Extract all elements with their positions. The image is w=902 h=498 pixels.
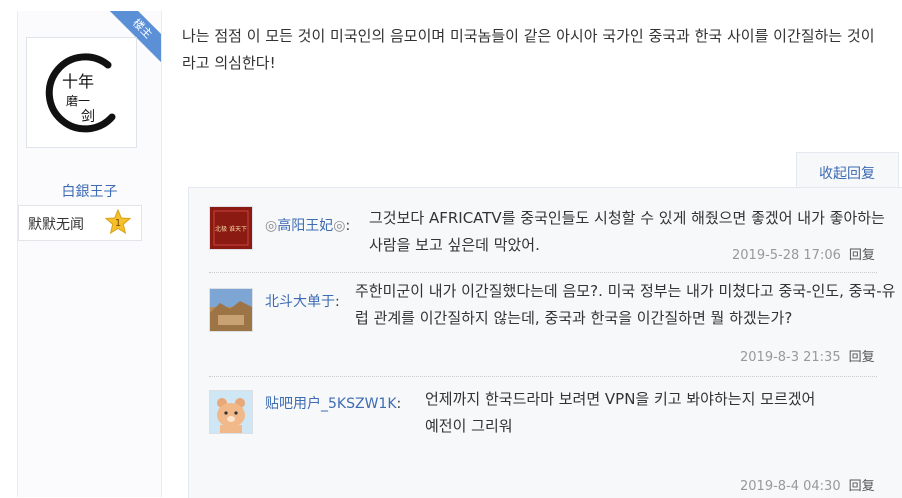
reply-separator: :: [396, 396, 402, 412]
reply-separator: :: [335, 294, 340, 310]
circle-suffix-icon: ◎: [333, 218, 346, 234]
svg-text:1: 1: [115, 218, 121, 229]
circle-prefix-icon: ◎: [265, 218, 278, 234]
badge-title: 默默无闻: [28, 217, 84, 233]
author-name[interactable]: 白銀王子: [18, 181, 161, 201]
reply-separator: :: [345, 218, 351, 234]
reply-author[interactable]: ◎高阳王妃◎:: [265, 215, 350, 235]
reply-text-line: 예전이 그리워: [425, 417, 513, 435]
svg-text:北极 谁天下: 北极 谁天下: [215, 225, 247, 233]
reply-text: 주한미군이 내가 이간질했다는데 음모?. 미국 정부는 내가 미쳤다고 중국-…: [355, 282, 896, 327]
reply-time: 2019-8-3 21:35: [740, 350, 841, 365]
post-content: 나는 점점 이 모든 것이 미국인의 음모이며 미국놈들이 같은 아시아 국가인…: [182, 27, 875, 72]
author-avatar[interactable]: 十年 磨一 剑: [26, 37, 137, 148]
svg-text:磨一: 磨一: [66, 94, 90, 108]
reply-meta: 2019-5-28 17:06 回复: [732, 244, 875, 263]
reply-divider: [209, 376, 877, 377]
reply-divider: [209, 272, 877, 273]
level-star-icon: 1: [105, 209, 131, 235]
reply-avatar[interactable]: [209, 288, 253, 332]
reply-author-name: 北斗大单于: [265, 294, 335, 310]
reply-author[interactable]: 贴吧用户_5KSZW1K:: [265, 393, 401, 413]
svg-text:剑: 剑: [81, 109, 95, 125]
author-panel: 楼主 十年 磨一 剑 白銀王子 默默无闻 1: [17, 11, 162, 497]
avatar-logo-icon: 十年 磨一 剑: [28, 39, 135, 146]
reply-meta: 2019-8-3 21:35 回复: [740, 346, 875, 365]
replies-panel: 北极 谁天下 ◎高阳王妃◎: 그것보다 AFRICATV를 중국인들도 시청할 …: [188, 187, 902, 498]
reply-button[interactable]: 回复: [849, 479, 875, 494]
reply-author[interactable]: 北斗大单于:: [265, 291, 340, 311]
reply-button[interactable]: 回复: [849, 248, 875, 263]
reply-avatar-image-icon: [210, 289, 252, 331]
cartoon-bear-avatar-icon: [210, 391, 252, 433]
reply-author-name: 贴吧用户_5KSZW1K: [265, 396, 397, 412]
reply-avatar[interactable]: 北极 谁天下: [209, 206, 253, 250]
reply-text-line: 언제까지 한국드라마 보려면 VPN을 키고 봐야하는지 모르겠어: [425, 390, 816, 408]
reply-button[interactable]: 回复: [849, 350, 875, 365]
reply-avatar[interactable]: [209, 390, 253, 434]
svg-text:十年: 十年: [62, 72, 94, 91]
collapse-replies-label: 收起回复: [819, 166, 875, 182]
reply-author-name: 高阳王妃: [277, 218, 334, 234]
reply-time: 2019-5-28 17:06: [732, 248, 841, 263]
reply-avatar-image-icon: 北极 谁天下: [210, 207, 252, 249]
reply-text: 언제까지 한국드라마 보려면 VPN을 키고 봐야하는지 모르겠어 예전이 그리…: [425, 386, 895, 440]
reply-meta: 2019-8-4 04:30 回复: [740, 475, 875, 494]
collapse-replies-button[interactable]: 收起回复: [796, 152, 899, 189]
member-level-badge[interactable]: 默默无闻 1: [18, 205, 142, 241]
reply-time: 2019-8-4 04:30: [740, 479, 841, 494]
